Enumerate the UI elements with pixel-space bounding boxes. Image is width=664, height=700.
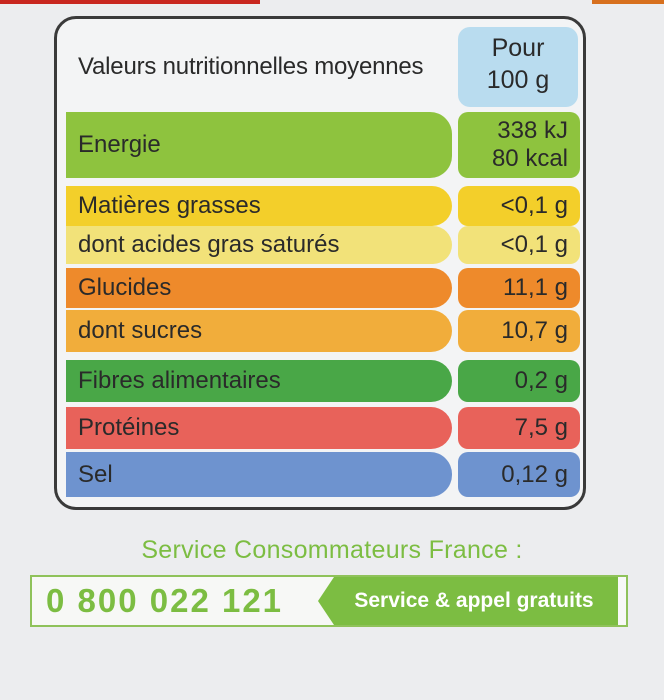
row-value: <0,1 g bbox=[458, 186, 580, 226]
per-label: Pour bbox=[491, 34, 545, 62]
row-label: dont sucres bbox=[66, 310, 452, 352]
row-value-text: 0,2 g bbox=[514, 367, 568, 394]
row-label: dont acides gras saturés bbox=[66, 226, 452, 264]
row-label: Glucides bbox=[66, 268, 452, 308]
per-100g-box: Pour 100 g bbox=[458, 27, 578, 107]
row-value: 338 kJ 80 kcal bbox=[458, 112, 580, 178]
row-label: Sel bbox=[66, 452, 452, 497]
row-value: 11,1 g bbox=[458, 268, 580, 308]
row-label: Energie bbox=[66, 112, 452, 178]
row-value-kcal: 80 kcal bbox=[491, 145, 568, 172]
red-strip bbox=[0, 0, 260, 4]
orange-strip bbox=[592, 0, 664, 4]
row-value-text: 0,12 g bbox=[501, 460, 568, 488]
row-value: 7,5 g bbox=[458, 407, 580, 449]
row-value-text: 11,1 g bbox=[503, 274, 568, 301]
row-label: Protéines bbox=[66, 407, 452, 449]
row-label: Matières grasses bbox=[66, 186, 452, 226]
service-consommateurs-title: Service Consommateurs France : bbox=[141, 536, 523, 564]
row-value: 10,7 g bbox=[458, 310, 580, 352]
row-value-text: 7,5 g bbox=[514, 414, 568, 441]
row-value-kj: 338 kJ bbox=[497, 117, 568, 144]
top-color-strip bbox=[0, 0, 664, 5]
row-value-text: 10,7 g bbox=[501, 317, 568, 344]
nutrition-title: Valeurs nutritionnelles moyennes bbox=[78, 53, 424, 80]
free-service-tag: Service & appel gratuits bbox=[318, 577, 618, 625]
row-value: 0,2 g bbox=[458, 360, 580, 402]
row-value-text: <0,1 g bbox=[500, 192, 568, 219]
row-value-text: <0,1 g bbox=[500, 231, 568, 258]
per-amount: 100 g bbox=[486, 66, 550, 94]
phone-number: 0 800 022 121 bbox=[46, 582, 284, 619]
row-value: 0,12 g bbox=[458, 452, 580, 497]
row-label: Fibres alimentaires bbox=[66, 360, 452, 402]
row-value: <0,1 g bbox=[458, 226, 580, 264]
